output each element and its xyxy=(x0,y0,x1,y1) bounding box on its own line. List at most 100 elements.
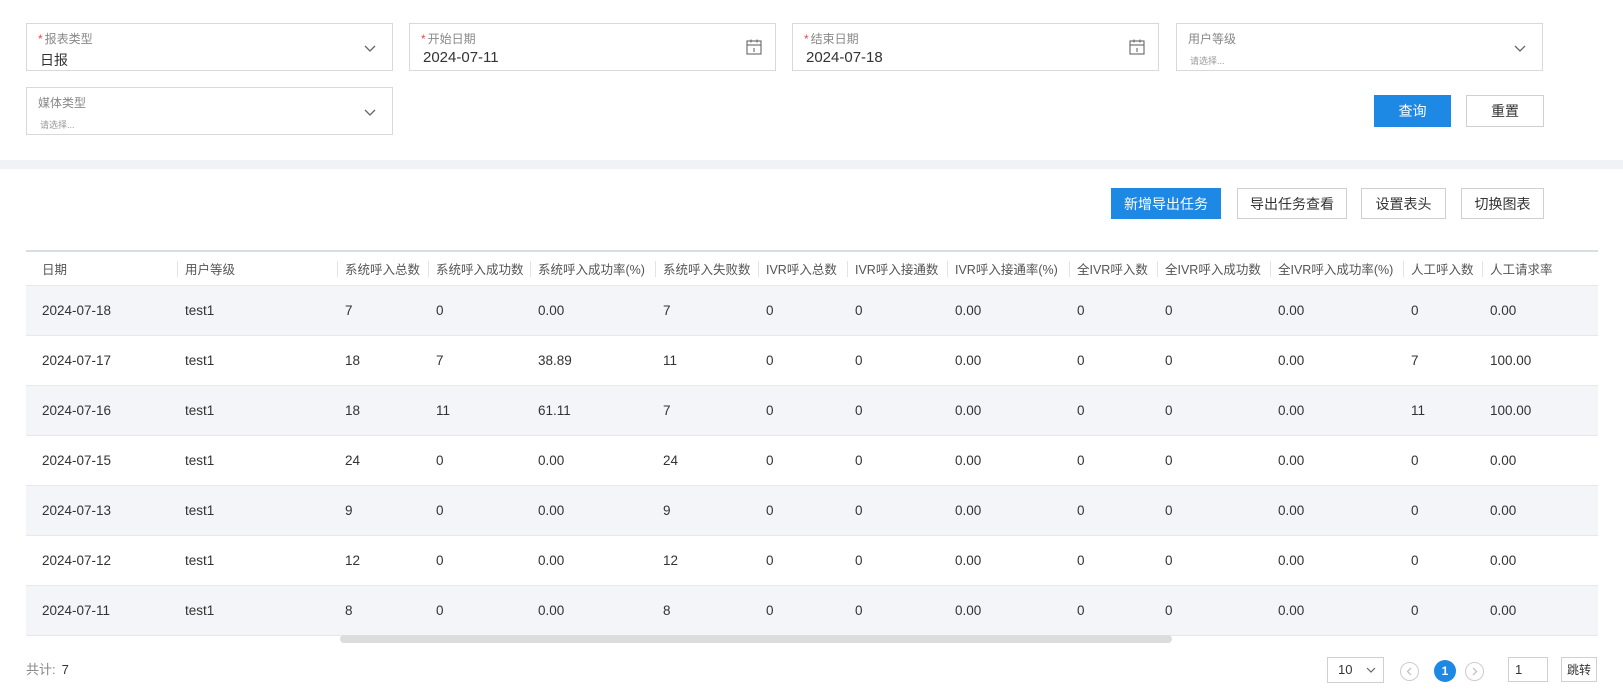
table-cell: 0 xyxy=(1069,485,1157,536)
table-cell: 0.00 xyxy=(947,285,1069,336)
table-header-row: 日期 用户等级 系统呼入总数 系统呼入成功数 系统呼入成功率(%) 系统呼入失败… xyxy=(26,250,1598,286)
table-cell: 0 xyxy=(847,435,947,486)
table-cell: 2024-07-15 xyxy=(26,435,177,486)
report-type-select[interactable]: * 报表类型 日报 xyxy=(26,23,393,71)
user-level-select[interactable]: 用户等级 请选择... xyxy=(1176,23,1543,71)
set-header-button[interactable]: 设置表头 xyxy=(1361,188,1446,219)
column-header[interactable]: IVR呼入接通数 xyxy=(847,250,947,286)
table-cell: 0.00 xyxy=(947,335,1069,386)
required-mark: * xyxy=(38,32,43,46)
table-cell: 0 xyxy=(847,585,947,636)
table-cell: test1 xyxy=(177,385,337,436)
table-cell: 0.00 xyxy=(1270,485,1403,536)
column-header[interactable]: 人工请求率 xyxy=(1482,250,1598,286)
table-body: 2024-07-18 test1 7 0 0.00 7 0 0 0.00 0 0 0.00 0 0.00 2… xyxy=(26,285,1598,636)
column-header[interactable]: IVR呼入接通率(%) xyxy=(947,250,1069,286)
prev-page-button[interactable] xyxy=(1400,662,1419,681)
table-cell: 0 xyxy=(428,485,530,536)
column-header[interactable]: 全IVR呼入成功数 xyxy=(1157,250,1270,286)
table-cell: 0 xyxy=(847,485,947,536)
column-header[interactable]: IVR呼入总数 xyxy=(758,250,847,286)
table-cell: 0.00 xyxy=(530,285,655,336)
switch-chart-button[interactable]: 切换图表 xyxy=(1461,188,1544,219)
end-date-picker[interactable]: * 结束日期 2024-07-18 xyxy=(792,23,1159,71)
table-row[interactable]: 2024-07-13 test1 9 0 0.00 9 0 0 0.00 0 0 0.00 0 0.00 xyxy=(26,485,1598,536)
table-cell: 12 xyxy=(655,535,758,586)
table-cell: 0 xyxy=(847,335,947,386)
table-cell: 24 xyxy=(655,435,758,486)
column-header[interactable]: 用户等级 xyxy=(177,250,337,286)
jump-button[interactable]: 跳转 xyxy=(1561,657,1597,682)
new-export-task-button[interactable]: 新增导出任务 xyxy=(1111,188,1221,219)
table-cell: 7 xyxy=(337,285,428,336)
report-type-label: 报表类型 xyxy=(44,32,93,46)
table-row[interactable]: 2024-07-11 test1 8 0 0.00 8 0 0 0.00 0 0 0.00 0 0.00 xyxy=(26,585,1598,636)
media-type-label: 媒体类型 xyxy=(38,96,87,110)
page-jump-input[interactable]: 1 xyxy=(1508,657,1548,682)
table-cell: 0 xyxy=(1157,585,1270,636)
column-header[interactable]: 系统呼入成功率(%) xyxy=(530,250,655,286)
table-cell: 12 xyxy=(337,535,428,586)
table-cell: 0 xyxy=(1157,385,1270,436)
media-type-placeholder: 请选择... xyxy=(40,120,75,130)
next-page-button[interactable] xyxy=(1465,662,1484,681)
table-cell: 0.00 xyxy=(1482,485,1598,536)
table-cell: 2024-07-11 xyxy=(26,585,177,636)
table-cell: 2024-07-13 xyxy=(26,485,177,536)
column-header[interactable]: 系统呼入总数 xyxy=(337,250,428,286)
table-cell: 0 xyxy=(1157,485,1270,536)
chevron-right-icon xyxy=(1472,667,1478,676)
table-cell: 7 xyxy=(428,335,530,386)
chevron-left-icon xyxy=(1406,667,1412,676)
table-cell: 0.00 xyxy=(1482,535,1598,586)
main-panel: 新增导出任务 导出任务查看 设置表头 切换图表 日期 用户等级 系统呼入总数 系… xyxy=(0,169,1623,699)
table-cell: 0 xyxy=(428,285,530,336)
media-type-select[interactable]: 媒体类型 请选择... xyxy=(26,87,393,135)
table-cell: 2024-07-17 xyxy=(26,335,177,386)
table-cell: 7 xyxy=(1403,335,1482,386)
table-row[interactable]: 2024-07-16 test1 18 11 61.11 7 0 0 0.00 0 0 0.00 11 1… xyxy=(26,385,1598,436)
table-cell: 24 xyxy=(337,435,428,486)
column-header[interactable]: 系统呼入失败数 xyxy=(655,250,758,286)
table-cell: 0.00 xyxy=(1270,435,1403,486)
column-header[interactable]: 人工呼入数 xyxy=(1403,250,1482,286)
column-header[interactable]: 系统呼入成功数 xyxy=(428,250,530,286)
report-table: 日期 用户等级 系统呼入总数 系统呼入成功数 系统呼入成功率(%) 系统呼入失败… xyxy=(26,250,1598,636)
table-cell: 0.00 xyxy=(947,535,1069,586)
table-cell: 7 xyxy=(655,385,758,436)
chevron-down-icon xyxy=(364,45,376,52)
table-cell: test1 xyxy=(177,335,337,386)
start-date-value: 2024-07-11 xyxy=(423,49,499,66)
table-cell: 0 xyxy=(1403,585,1482,636)
page-size-select[interactable]: 10 xyxy=(1327,657,1384,683)
required-mark: * xyxy=(804,32,809,46)
table-row[interactable]: 2024-07-15 test1 24 0 0.00 24 0 0 0.00 0 0 0.00 0 0.0… xyxy=(26,435,1598,486)
table-row[interactable]: 2024-07-17 test1 18 7 38.89 11 0 0 0.00 0 0 0.00 7 10… xyxy=(26,335,1598,386)
view-export-tasks-button[interactable]: 导出任务查看 xyxy=(1237,188,1347,219)
reset-button[interactable]: 重置 xyxy=(1466,95,1544,127)
horizontal-scrollbar[interactable] xyxy=(340,635,1172,643)
table-cell: test1 xyxy=(177,535,337,586)
calendar-icon xyxy=(1129,39,1145,55)
page-size-value: 10 xyxy=(1338,662,1353,677)
user-level-label: 用户等级 xyxy=(1188,32,1237,46)
table-row[interactable]: 2024-07-12 test1 12 0 0.00 12 0 0 0.00 0 0 0.00 0 0.0… xyxy=(26,535,1598,586)
column-header[interactable]: 全IVR呼入成功率(%) xyxy=(1270,250,1403,286)
column-header[interactable]: 全IVR呼入数 xyxy=(1069,250,1157,286)
page-1-button[interactable]: 1 xyxy=(1434,660,1456,682)
chevron-down-icon xyxy=(364,109,376,116)
table-cell: 0 xyxy=(1403,285,1482,336)
column-header[interactable]: 日期 xyxy=(26,250,177,286)
table-row[interactable]: 2024-07-18 test1 7 0 0.00 7 0 0 0.00 0 0 0.00 0 0.00 xyxy=(26,285,1598,336)
table-cell: 0.00 xyxy=(1482,285,1598,336)
required-mark: * xyxy=(421,32,426,46)
query-button[interactable]: 查询 xyxy=(1374,95,1451,127)
table-cell: 7 xyxy=(655,285,758,336)
table-cell: 0 xyxy=(1069,535,1157,586)
table-cell: 0 xyxy=(428,435,530,486)
total-label: 共计: xyxy=(26,662,56,677)
table-cell: 100.00 xyxy=(1482,385,1598,436)
table-cell: test1 xyxy=(177,285,337,336)
table-cell: 0 xyxy=(758,385,847,436)
start-date-picker[interactable]: * 开始日期 2024-07-11 xyxy=(409,23,776,71)
